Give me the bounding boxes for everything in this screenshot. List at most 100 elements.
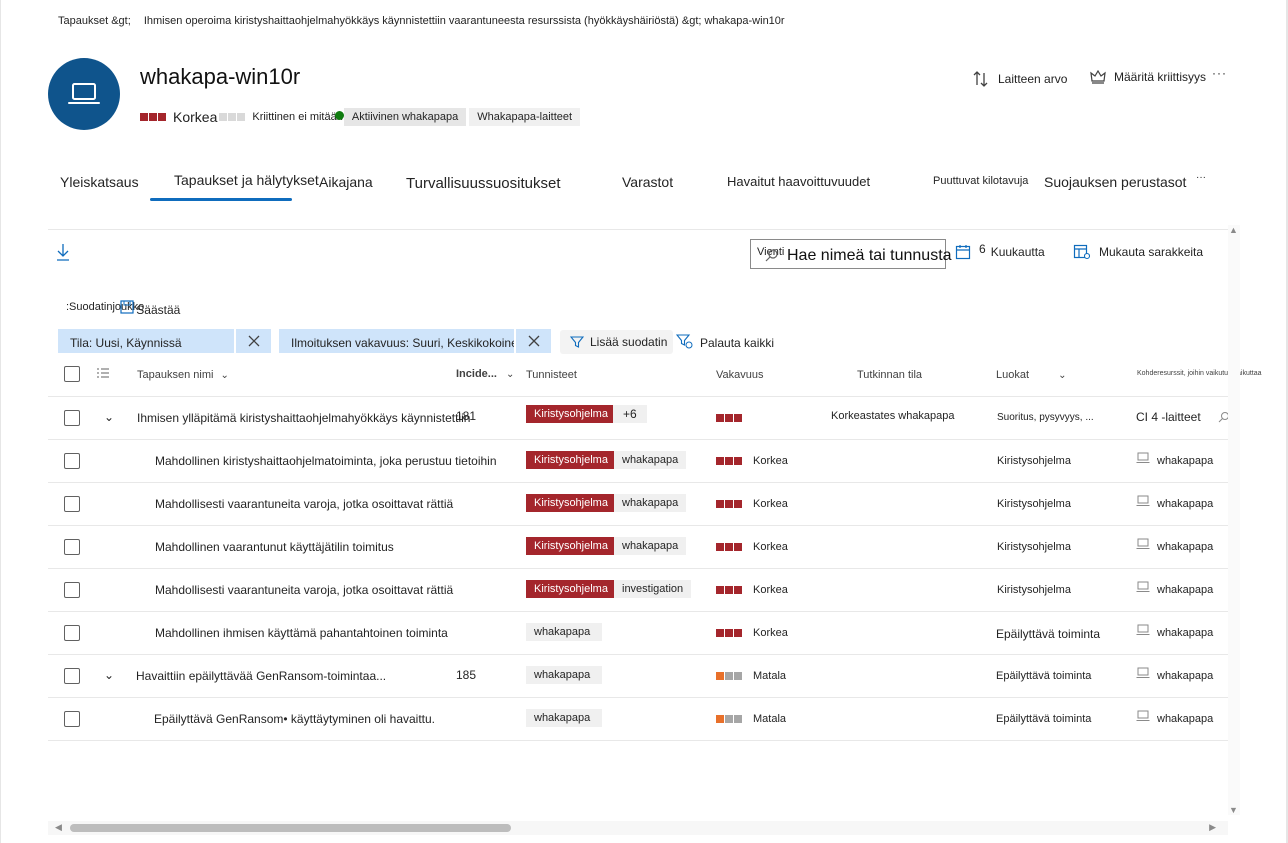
impacted-asset[interactable]: whakapapa (1157, 541, 1213, 553)
laptop-icon (1136, 581, 1150, 593)
alert-severity: Korkea (753, 584, 788, 596)
alert-category: Kiristysohjelma (997, 455, 1071, 467)
incident-id: 185 (456, 668, 477, 682)
select-all-checkbox[interactable] (64, 366, 80, 382)
add-filter-button[interactable]: Lisää suodatin (560, 330, 674, 354)
alert-severity: Korkea (753, 498, 788, 510)
impacted-asset[interactable]: whakapapa (1157, 584, 1213, 596)
column-name-label: Tapauksen nimi (137, 369, 214, 381)
customize-columns-button[interactable]: Mukauta sarakkeita (1073, 244, 1203, 260)
impacted-asset[interactable]: whakapapa (1157, 670, 1213, 682)
severity-filter-chip[interactable]: Ilmoituksen vakavuus: Suuri, Keskikokoin… (279, 329, 514, 353)
horizontal-scroll-thumb[interactable] (70, 824, 511, 832)
tag-device: whakapapa (526, 666, 602, 684)
tab-overview[interactable]: Yleiskatsaus (60, 174, 139, 190)
breadcrumb-incident[interactable]: Ihmisen operoima kiristyshaittaohjelmahy… (144, 15, 785, 27)
tab-security-recommendations[interactable]: Turvallisuussuositukset (406, 175, 561, 192)
expand-chevron-icon[interactable]: ⌄ (104, 668, 114, 682)
scroll-left-arrow-icon[interactable]: ◀ (55, 822, 62, 833)
incident-name[interactable]: Havaittiin epäilyttävää GenRansom-toimin… (136, 669, 386, 683)
alert-category: Kiristysohjelma (997, 498, 1071, 510)
severity-filter-remove[interactable] (515, 329, 551, 353)
scroll-down-arrow-icon[interactable]: ▼ (1229, 805, 1238, 815)
severity-high-icon (140, 113, 167, 121)
tab-missing-kbs[interactable]: Puuttuvat kilotavuja (933, 175, 1028, 187)
column-header-impacted-assets[interactable]: Kohderesurssit, joihin vaikutus vaikutta… (1137, 370, 1262, 377)
device-group-tag[interactable]: Whakapapa-laitteet (469, 108, 581, 126)
table-row[interactable]: Mahdollisesti vaarantuneita varoja, jotk… (48, 569, 1228, 612)
table-row[interactable]: Epäilyttävä GenRansom• käyttäytyminen ol… (48, 698, 1228, 741)
row-checkbox[interactable] (64, 453, 80, 469)
search-box[interactable]: Vienti Hae nimeä tai tunnusta (750, 239, 952, 269)
tag-ransomware: Kiristysohjelma (526, 405, 616, 423)
vertical-scrollbar[interactable]: ▲ ▼ (1228, 225, 1240, 815)
table-row[interactable]: ⌄ Havaittiin epäilyttävää GenRansom-toim… (48, 655, 1228, 698)
chevron-down-icon: ⌄ (1058, 370, 1067, 381)
row-checkbox[interactable] (64, 410, 80, 426)
investigation-state: Korkeastates whakapapa (831, 410, 955, 422)
alert-name[interactable]: Mahdollinen vaarantunut käyttäjätilin to… (155, 540, 394, 554)
device-value-action[interactable]: Laitteen arvo (972, 70, 1067, 88)
save-filter-button[interactable]: Säästää (136, 303, 180, 317)
reset-all-button[interactable]: Palauta kaikki (676, 333, 774, 350)
set-criticality-action[interactable]: Määritä kriittisyys ··· (1090, 66, 1227, 84)
table-row[interactable]: Mahdollinen kiristyshaittaohjelmatoimint… (48, 440, 1228, 483)
close-icon (528, 335, 539, 347)
set-criticality-label: Määritä kriittisyys (1114, 70, 1207, 84)
impacted-asset[interactable]: whakapapa (1157, 498, 1213, 510)
crown-icon (1090, 70, 1106, 84)
export-button[interactable] (56, 243, 70, 261)
column-header-tags[interactable]: Tunnisteet (526, 369, 577, 381)
tab-discovered-vulnerabilities[interactable]: Havaitut haavoittuvuudet (727, 174, 870, 189)
filter-icon (570, 336, 584, 348)
table-row[interactable]: Mahdollisesti vaarantuneita varoja, jotk… (48, 483, 1228, 526)
tag-more-count[interactable]: +6 (613, 405, 647, 423)
row-checkbox[interactable] (64, 668, 80, 684)
impacted-asset[interactable]: CI 4 -laitteet (1136, 410, 1201, 424)
scroll-right-arrow-icon[interactable]: ▶ (1209, 822, 1216, 833)
more-actions-button[interactable]: ··· (1212, 66, 1227, 80)
status-filter-chip[interactable]: Tila: Uusi, Käynnissä (58, 329, 234, 353)
row-checkbox[interactable] (64, 496, 80, 512)
table-row[interactable]: ⌄ Ihmisen ylläpitämä kiristyshaittaohjel… (48, 397, 1229, 440)
severity-low-icon (716, 713, 743, 725)
column-header-name[interactable]: Tapauksen nimi ⌄ (137, 369, 229, 381)
table-row[interactable]: Mahdollinen ihmisen käyttämä pahantahtoi… (48, 612, 1228, 655)
impacted-asset[interactable]: whakapapa (1157, 713, 1213, 725)
alert-name[interactable]: Mahdollinen kiristyshaittaohjelmatoimint… (155, 454, 497, 468)
row-checkbox[interactable] (64, 582, 80, 598)
column-header-categories[interactable]: Luokat ⌄ (996, 369, 1066, 381)
alert-name[interactable]: Mahdollisesti vaarantuneita varoja, jotk… (155, 583, 453, 597)
impacted-asset[interactable]: whakapapa (1157, 455, 1213, 467)
expand-chevron-icon[interactable]: ⌄ (104, 410, 114, 424)
tab-timeline[interactable]: Aikajana (319, 174, 373, 190)
search-input[interactable]: Hae nimeä tai tunnusta (787, 247, 952, 265)
tabs-more-button[interactable]: ··· (1196, 172, 1206, 183)
tab-incidents-alerts[interactable]: Tapaukset ja hälytykset (174, 172, 319, 188)
status-filter-remove[interactable] (235, 329, 271, 353)
group-list-icon[interactable] (96, 367, 110, 381)
row-checkbox[interactable] (64, 539, 80, 555)
header-divider (48, 229, 1240, 230)
alert-name[interactable]: Mahdollinen ihmisen käyttämä pahantahtoi… (155, 626, 448, 640)
row-checkbox[interactable] (64, 625, 80, 641)
row-checkbox[interactable] (64, 711, 80, 727)
column-header-incident[interactable]: Incide... ⌄ (456, 368, 514, 380)
scroll-up-arrow-icon[interactable]: ▲ (1229, 225, 1238, 235)
incident-name[interactable]: Ihmisen ylläpitämä kiristyshaittaohjelma… (137, 411, 470, 425)
breadcrumb-incidents[interactable]: Tapaukset &gt; (58, 15, 131, 27)
time-period-selector[interactable]: 6 Kuukautta (955, 242, 1045, 260)
column-header-severity[interactable]: Vakavuus (716, 369, 764, 381)
column-header-investigation[interactable]: Tutkinnan tila (857, 369, 922, 381)
alert-name[interactable]: Mahdollisesti vaarantuneita varoja, jotk… (155, 497, 453, 511)
alert-name[interactable]: Epäilyttävä GenRansom• käyttäytyminen ol… (154, 712, 435, 726)
device-value-label: Laitteen arvo (998, 72, 1068, 86)
chevron-down-icon: ⌄ (506, 369, 515, 380)
table-row[interactable]: Mahdollinen vaarantunut käyttäjätilin to… (48, 526, 1228, 569)
laptop-icon (1136, 452, 1150, 464)
alert-category: Kiristysohjelma (997, 541, 1071, 553)
tab-inventories[interactable]: Varastot (622, 174, 673, 190)
tab-security-baselines[interactable]: Suojauksen perustasot (1044, 174, 1186, 190)
impacted-asset[interactable]: whakapapa (1157, 627, 1213, 639)
severity-high-icon (716, 455, 743, 467)
